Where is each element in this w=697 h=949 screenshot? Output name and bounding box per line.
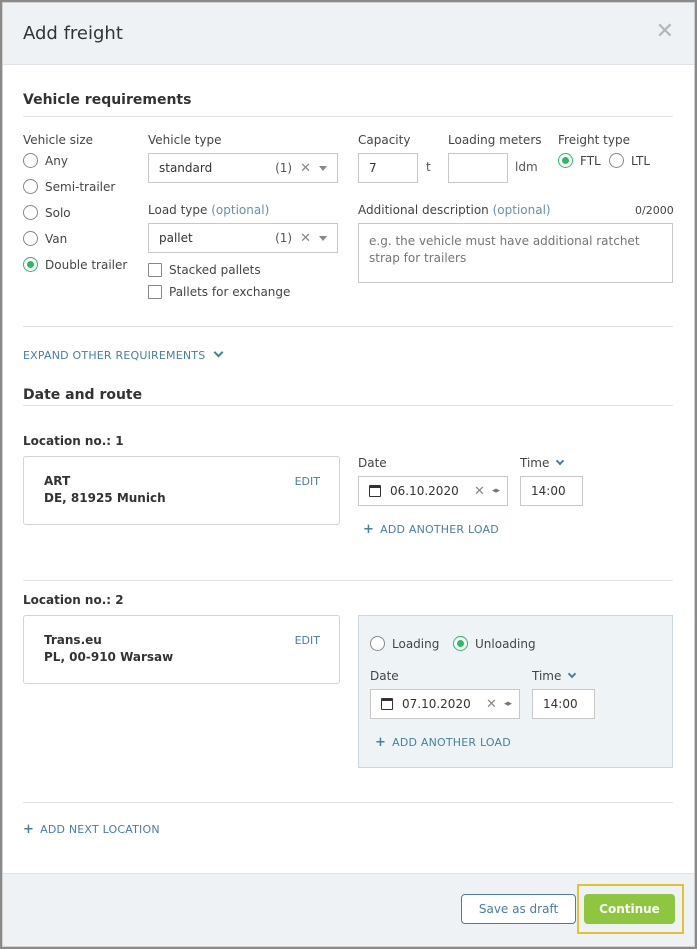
location-1-title: Location no.: 1: [23, 434, 124, 448]
location-name: ART: [44, 474, 71, 488]
location-2-card: Trans.eu PL, 00-910 Warsaw EDIT: [23, 615, 340, 684]
edit-location-2-link[interactable]: EDIT: [295, 634, 320, 647]
clear-icon[interactable]: ✕: [300, 231, 311, 246]
location-2-date-input[interactable]: 07.10.2020 ✕ ◂▸: [370, 689, 520, 719]
loading-radio[interactable]: Loading: [370, 636, 439, 651]
plus-icon: +: [375, 735, 387, 750]
capacity-input[interactable]: [358, 153, 418, 183]
vehicle-size-label: Vehicle size: [23, 133, 93, 147]
load-type-select[interactable]: pallet (1) ✕: [148, 223, 338, 253]
dialog-title: Add freight: [23, 23, 123, 44]
caret-down-icon: [319, 235, 327, 241]
capacity-label: Capacity: [358, 133, 411, 147]
calendar-icon: [369, 485, 381, 497]
divider: [23, 580, 673, 581]
dialog-header: Add freight ✕: [3, 3, 694, 65]
expand-other-requirements-link[interactable]: EXPAND OTHER REQUIREMENTS: [23, 347, 224, 362]
chevron-down-icon[interactable]: [556, 456, 565, 466]
stacked-pallets-checkbox[interactable]: Stacked pallets: [148, 263, 261, 277]
save-as-draft-button[interactable]: Save as draft: [461, 894, 576, 924]
location-2-add-another-load-link[interactable]: + ADD ANOTHER LOAD: [375, 735, 511, 750]
location-2-title: Location no.: 2: [23, 593, 124, 607]
close-icon[interactable]: ✕: [656, 21, 674, 43]
divider: [23, 116, 673, 117]
clear-icon[interactable]: ✕: [300, 161, 311, 176]
location-1-date-input[interactable]: 06.10.2020 ✕ ◂▸: [358, 476, 508, 506]
clear-icon[interactable]: ✕: [486, 697, 497, 712]
unloading-radio[interactable]: Unloading: [453, 636, 536, 651]
vehicle-size-any-radio[interactable]: Any: [23, 153, 68, 168]
divider: [23, 405, 673, 406]
freight-type-ltl-radio[interactable]: LTL: [609, 153, 650, 168]
dialog-footer: Save as draft Continue: [3, 873, 694, 946]
additional-description-label: Additional description (optional): [358, 203, 551, 217]
location-2-details-panel: Loading Unloading Date 07.10.2020 ✕ ◂▸ T…: [358, 615, 673, 768]
location-address: PL, 00-910 Warsaw: [44, 650, 174, 664]
continue-highlight: Continue: [577, 884, 684, 934]
clear-icon[interactable]: ✕: [474, 484, 485, 499]
continue-button[interactable]: Continue: [584, 894, 675, 924]
pallets-for-exchange-checkbox[interactable]: Pallets for exchange: [148, 285, 290, 299]
additional-description-textarea[interactable]: [358, 223, 673, 283]
plus-icon: +: [363, 522, 375, 537]
plus-icon: +: [23, 822, 35, 837]
location-name: Trans.eu: [44, 633, 102, 647]
vehicle-size-solo-radio[interactable]: Solo: [23, 205, 71, 220]
add-next-location-link[interactable]: + ADD NEXT LOCATION: [23, 822, 160, 837]
freight-type-label: Freight type: [558, 133, 630, 147]
date-and-route-title: Date and route: [23, 387, 143, 403]
loading-meters-input[interactable]: [448, 153, 508, 183]
freight-type-ftl-radio[interactable]: FTL: [558, 153, 601, 168]
load-type-label: Load type (optional): [148, 203, 270, 217]
caret-down-icon: [319, 165, 327, 171]
vehicle-requirements-title: Vehicle requirements: [23, 92, 192, 108]
time-label: Time: [520, 456, 565, 470]
vehicle-size-van-radio[interactable]: Van: [23, 231, 67, 246]
vehicle-type-label: Vehicle type: [148, 133, 222, 147]
capacity-unit: t: [426, 160, 431, 174]
edit-location-1-link[interactable]: EDIT: [295, 475, 320, 488]
spinner-icon[interactable]: ◂▸: [504, 699, 512, 709]
time-label: Time: [532, 669, 577, 683]
add-freight-dialog: Add freight ✕ Vehicle requirements Vehic…: [2, 2, 695, 947]
date-label: Date: [370, 669, 399, 683]
date-label: Date: [358, 456, 387, 470]
calendar-icon: [381, 698, 393, 710]
vehicle-type-select[interactable]: standard (1) ✕: [148, 153, 338, 183]
spinner-icon[interactable]: ◂▸: [492, 486, 500, 496]
location-1-card: ART DE, 81925 Munich EDIT: [23, 456, 340, 525]
vehicle-size-semi-trailer-radio[interactable]: Semi-trailer: [23, 179, 115, 194]
loading-meters-unit: ldm: [515, 160, 538, 174]
location-1-add-another-load-link[interactable]: + ADD ANOTHER LOAD: [363, 522, 499, 537]
divider: [23, 802, 673, 803]
divider: [23, 326, 673, 327]
location-2-time-input[interactable]: 14:00: [532, 689, 595, 719]
location-address: DE, 81925 Munich: [44, 491, 166, 505]
location-1-time-input[interactable]: 14:00: [520, 476, 583, 506]
chevron-down-icon: [213, 347, 224, 358]
chevron-down-icon[interactable]: [568, 669, 577, 679]
loading-meters-label: Loading meters: [448, 133, 542, 147]
vehicle-size-double-trailer-radio[interactable]: Double trailer: [23, 257, 127, 272]
description-counter: 0/2000: [635, 204, 674, 217]
